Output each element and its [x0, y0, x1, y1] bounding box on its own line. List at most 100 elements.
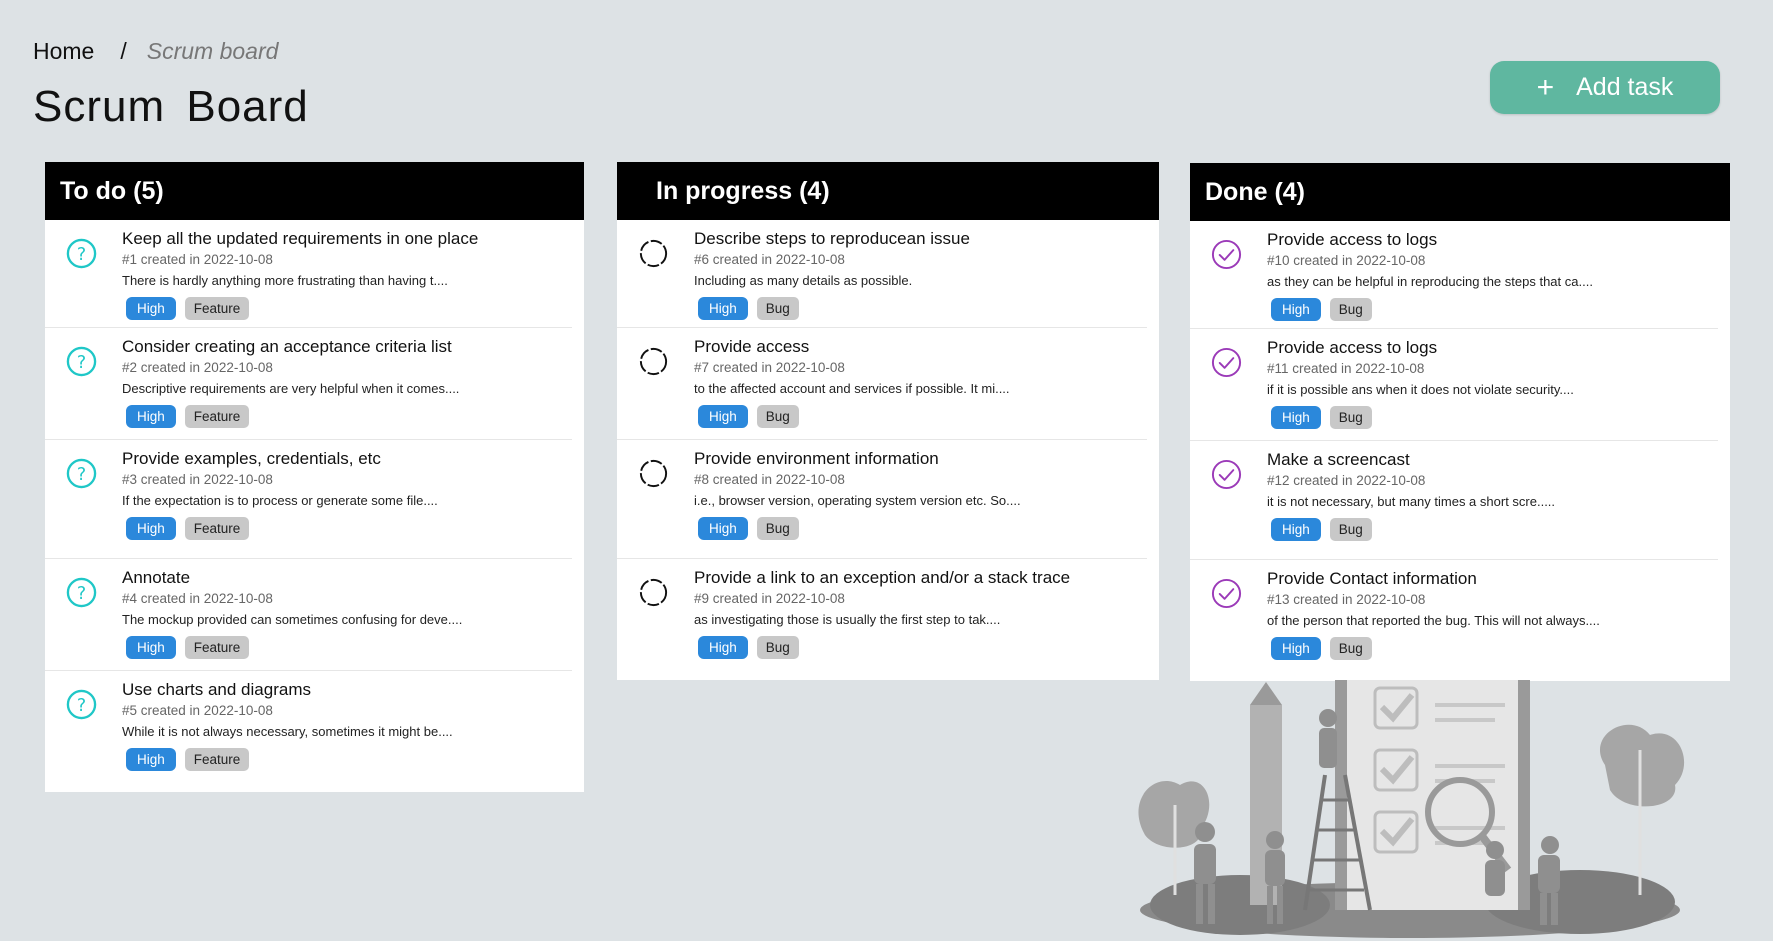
type-badge: Bug — [756, 405, 799, 428]
breadcrumb-separator: / — [120, 38, 127, 64]
task-title: Provide environment information — [694, 449, 939, 468]
task-meta: #9 created in 2022-10-08 — [694, 591, 845, 606]
task-description: If the expectation is to process or gene… — [122, 493, 438, 508]
svg-text:?: ? — [77, 353, 86, 373]
task-card[interactable]: ? Provide examples, credentials, etc #3 … — [45, 440, 572, 559]
type-badge: Feature — [184, 636, 250, 659]
type-badge: Feature — [184, 517, 250, 540]
task-title: Use charts and diagrams — [122, 680, 311, 699]
task-card[interactable]: Make a screencast #12 created in 2022-10… — [1190, 441, 1718, 560]
type-badge: Feature — [184, 405, 250, 428]
question-circle-icon: ? — [66, 577, 97, 608]
task-title: Consider creating an acceptance criteria… — [122, 337, 452, 356]
plus-icon: + — [1536, 70, 1555, 104]
task-description: Including as many details as possible. — [694, 273, 913, 288]
progress-circle-icon — [639, 239, 668, 268]
task-card[interactable]: Provide access to logs #11 created in 20… — [1190, 329, 1718, 441]
task-title: Provide Contact information — [1267, 569, 1477, 588]
task-card[interactable]: ? Keep all the updated requirements in o… — [45, 220, 572, 328]
task-meta: #5 created in 2022-10-08 — [122, 703, 273, 718]
task-card[interactable]: Provide access to logs #10 created in 20… — [1190, 221, 1718, 329]
priority-badge: High — [126, 405, 176, 428]
task-card[interactable]: Provide Contact information #13 created … — [1190, 560, 1718, 678]
task-title: Provide access to logs — [1267, 338, 1438, 357]
task-description: i.e., browser version, operating system … — [694, 493, 1021, 508]
task-meta: #8 created in 2022-10-08 — [694, 472, 845, 487]
task-card[interactable]: Provide environment information #8 creat… — [617, 440, 1147, 559]
column-done-title: Done (4) — [1205, 177, 1305, 206]
column-done: Done (4) Provide access to logs #10 crea… — [1190, 163, 1730, 681]
task-title: Make a screencast — [1267, 450, 1410, 469]
breadcrumb-current: Scrum board — [146, 38, 279, 64]
type-badge: Bug — [756, 636, 799, 659]
check-circle-icon — [1211, 347, 1242, 378]
task-description: as investigating those is usually the fi… — [694, 612, 1001, 627]
task-title: Keep all the updated requirements in one… — [122, 229, 479, 248]
task-description: it is not necessary, but many times a sh… — [1267, 494, 1556, 509]
task-card[interactable]: Provide a link to an exception and/or a … — [617, 559, 1147, 677]
priority-badge: High — [698, 636, 748, 659]
progress-circle-icon — [639, 578, 668, 607]
breadcrumb-home-link[interactable]: Home — [33, 38, 94, 65]
task-description: The mockup provided can sometimes confus… — [122, 612, 463, 627]
task-title: Provide access — [694, 337, 810, 356]
task-list: Describe steps to reproducean issue #6 c… — [617, 220, 1159, 677]
question-circle-icon: ? — [66, 238, 97, 269]
task-meta: #11 created in 2022-10-08 — [1267, 361, 1425, 376]
column-in-progress-title: In progress (4) — [656, 176, 830, 205]
priority-badge: High — [698, 517, 748, 540]
task-meta: #13 created in 2022-10-08 — [1267, 592, 1426, 607]
type-badge: Bug — [756, 517, 799, 540]
scrum-board-page: Home / Scrum board Scrum Board + Add tas… — [0, 0, 1773, 941]
task-title: Provide a link to an exception and/or a … — [694, 568, 1071, 587]
type-badge: Bug — [1329, 406, 1372, 429]
svg-text:?: ? — [77, 584, 86, 604]
task-title: Provide access to logs — [1267, 230, 1438, 249]
task-card[interactable]: Describe steps to reproducean issue #6 c… — [617, 220, 1147, 328]
task-title: Annotate — [122, 568, 191, 587]
add-task-button[interactable]: + Add task — [1490, 61, 1720, 114]
svg-text:?: ? — [77, 245, 86, 265]
priority-badge: High — [126, 517, 176, 540]
task-meta: #10 created in 2022-10-08 — [1267, 253, 1426, 268]
priority-badge: High — [1271, 406, 1321, 429]
task-title: Describe steps to reproducean issue — [694, 229, 970, 248]
priority-badge: High — [698, 297, 748, 320]
type-badge: Bug — [1329, 298, 1372, 321]
column-todo-header: To do (5) — [45, 162, 584, 220]
task-list: Provide access to logs #10 created in 20… — [1190, 221, 1730, 678]
task-card[interactable]: ? Annotate #4 created in 2022-10-08 The … — [45, 559, 572, 671]
task-description: Descriptive requirements are very helpfu… — [122, 381, 460, 396]
task-card[interactable]: ? Use charts and diagrams #5 created in … — [45, 671, 572, 789]
task-description: as they can be helpful in reproducing th… — [1267, 274, 1593, 289]
priority-badge: High — [126, 297, 176, 320]
task-card[interactable]: ? Consider creating an acceptance criter… — [45, 328, 572, 440]
column-in-progress-header: In progress (4) — [617, 162, 1159, 220]
task-description: to the affected account and services if … — [694, 381, 1010, 396]
check-circle-icon — [1211, 239, 1242, 270]
page-title: Scrum Board — [33, 82, 309, 131]
priority-badge: High — [698, 405, 748, 428]
progress-circle-icon — [639, 347, 668, 376]
svg-text:?: ? — [77, 696, 86, 716]
question-circle-icon: ? — [66, 346, 97, 377]
task-description: of the person that reported the bug. Thi… — [1267, 613, 1600, 628]
task-description: While it is not always necessary, someti… — [122, 724, 453, 739]
task-meta: #1 created in 2022-10-08 — [122, 252, 273, 267]
task-meta: #12 created in 2022-10-08 — [1267, 473, 1426, 488]
task-meta: #4 created in 2022-10-08 — [122, 591, 273, 606]
add-task-label: Add task — [1576, 73, 1674, 101]
type-badge: Feature — [184, 297, 250, 320]
task-card[interactable]: Provide access #7 created in 2022-10-08 … — [617, 328, 1147, 440]
task-meta: #7 created in 2022-10-08 — [694, 360, 845, 375]
column-done-header: Done (4) — [1190, 163, 1730, 221]
type-badge: Feature — [184, 748, 250, 771]
task-list: ? Keep all the updated requirements in o… — [45, 220, 584, 789]
progress-circle-icon — [639, 459, 668, 488]
breadcrumb: Home / Scrum board — [33, 38, 278, 65]
check-circle-icon — [1211, 459, 1242, 490]
type-badge: Bug — [756, 297, 799, 320]
task-meta: #2 created in 2022-10-08 — [122, 360, 273, 375]
question-circle-icon: ? — [66, 689, 97, 720]
column-in-progress: In progress (4) Describe steps to reprod… — [617, 162, 1159, 680]
